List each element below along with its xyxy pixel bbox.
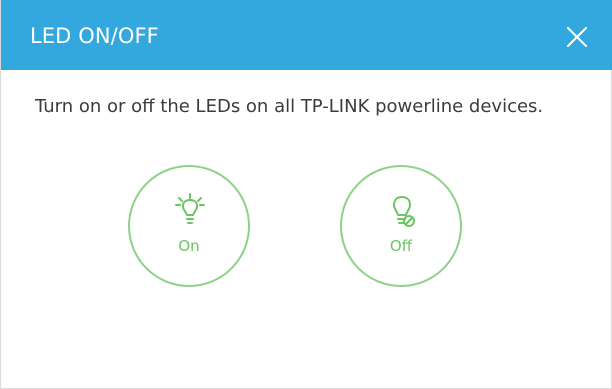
led-dialog: LED ON/OFF Turn on or off the LEDs on al… [0,0,612,389]
close-icon [567,27,587,47]
led-off-label: Off [389,237,413,255]
dialog-title: LED ON/OFF [30,24,159,48]
close-button[interactable] [566,26,588,48]
led-on-label: On [178,237,200,255]
led-off-button[interactable]: Off [340,165,462,287]
led-on-button[interactable]: On [128,165,250,287]
dialog-titlebar: LED ON/OFF [1,0,612,70]
lightbulb-on-icon [175,193,205,224]
lightbulb-off-icon [393,196,415,227]
led-description: Turn on or off the LEDs on all TP-LINK p… [35,96,544,117]
